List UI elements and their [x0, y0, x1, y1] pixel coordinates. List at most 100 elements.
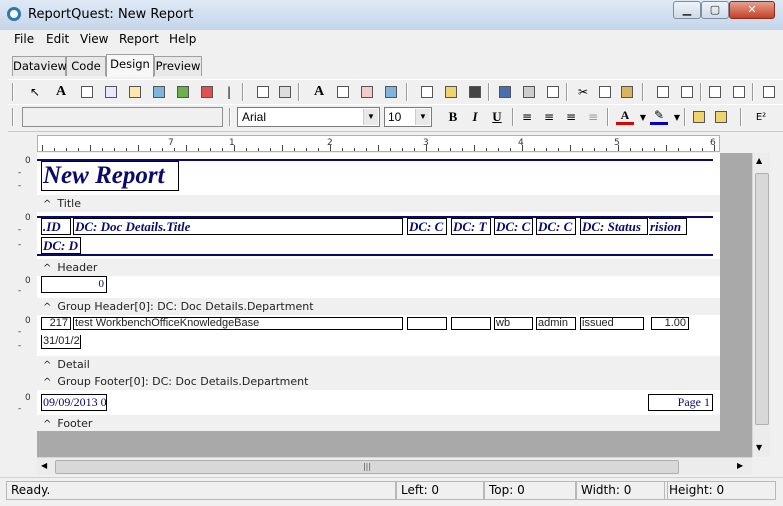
- align-left-icon[interactable]: ≡: [518, 108, 536, 126]
- footer-date-field[interactable]: 09/09/2013 0: [41, 394, 107, 411]
- save-icon[interactable]: [466, 83, 484, 101]
- highlight-color-icon[interactable]: ✎: [650, 108, 668, 125]
- grid-icon[interactable]: [276, 83, 294, 101]
- detail-field[interactable]: 217: [41, 317, 71, 330]
- ruler-tick: [486, 148, 487, 151]
- detail-field[interactable]: issued: [580, 317, 644, 330]
- close-button[interactable]: ✕: [729, 1, 775, 19]
- object-selector[interactable]: [22, 107, 223, 127]
- bring-to-front-icon[interactable]: [690, 108, 708, 126]
- window-title: ReportQuest: New Report: [28, 7, 194, 22]
- band-separator-footer[interactable]: ^ Footer: [37, 415, 720, 432]
- memo-tool-icon[interactable]: [78, 83, 96, 101]
- detail-field[interactable]: admin: [536, 317, 576, 330]
- header-field[interactable]: DC: C: [536, 218, 576, 235]
- paste-icon[interactable]: [618, 83, 636, 101]
- header-field[interactable]: .ID: [41, 218, 71, 235]
- vertical-scroll-thumb[interactable]: [755, 173, 769, 425]
- menu-report[interactable]: Report: [119, 32, 159, 46]
- band-separator-detail[interactable]: ^ Detail: [37, 356, 720, 373]
- underline-icon[interactable]: U: [488, 108, 506, 126]
- calculator-icon[interactable]: [150, 83, 168, 101]
- band-separator-title[interactable]: ^ Title: [37, 195, 720, 212]
- detail-field[interactable]: [451, 317, 491, 330]
- new-file-icon[interactable]: [418, 83, 436, 101]
- chevron-down-icon[interactable]: ▼: [756, 443, 762, 452]
- detail-field[interactable]: 1.00: [651, 317, 689, 330]
- print-icon[interactable]: [520, 83, 538, 101]
- italic-icon[interactable]: I: [466, 108, 484, 126]
- calc-tool-icon[interactable]: [126, 83, 144, 101]
- open-folder-icon[interactable]: [442, 83, 460, 101]
- book-icon[interactable]: [496, 83, 514, 101]
- align-right-icon[interactable]: ≡: [562, 108, 580, 126]
- chevron-left-icon[interactable]: ◀: [41, 461, 47, 470]
- maximize-button[interactable]: ▢: [701, 1, 729, 19]
- justify-icon[interactable]: ≡: [584, 108, 602, 126]
- tab-dataview[interactable]: Dataview: [12, 56, 67, 76]
- font-name-select[interactable]: Arial ▼: [237, 107, 380, 127]
- chevron-up-icon[interactable]: ▲: [756, 156, 762, 165]
- align-top-icon[interactable]: [654, 83, 672, 101]
- print-preview-icon[interactable]: [544, 83, 562, 101]
- paste-format-icon[interactable]: [358, 83, 376, 101]
- band-marker: 0: [25, 316, 31, 326]
- chevron-right-icon[interactable]: ▶: [737, 461, 743, 470]
- detail-field[interactable]: wb: [494, 317, 533, 330]
- list-icon[interactable]: [254, 83, 272, 101]
- menu-help[interactable]: Help: [169, 32, 196, 46]
- text-style-icon[interactable]: A: [310, 83, 328, 101]
- send-to-back-icon[interactable]: [712, 108, 730, 126]
- detail-field[interactable]: test WorkbenchOfficeKnowledgeBase: [73, 317, 403, 330]
- minimize-button[interactable]: ▁: [673, 1, 701, 19]
- copy-format-icon[interactable]: [334, 83, 352, 101]
- font-color-icon[interactable]: A: [616, 108, 634, 125]
- band-separator-group-header[interactable]: ^ Group Header[0]: DC: Doc Details.Depart…: [37, 298, 720, 315]
- image-tool-icon[interactable]: [174, 83, 192, 101]
- menu-file[interactable]: File: [14, 32, 34, 46]
- tab-code[interactable]: Code: [66, 56, 106, 76]
- line-tool-icon[interactable]: |: [220, 83, 238, 101]
- field-tool-icon[interactable]: [102, 83, 120, 101]
- header-field[interactable]: DC: T: [451, 218, 491, 235]
- label-tool-icon[interactable]: A: [52, 83, 70, 101]
- font-size-select[interactable]: 10 ▼: [384, 107, 432, 127]
- pointer-icon[interactable]: ↖: [26, 83, 44, 101]
- toolbar-separator: [406, 83, 408, 101]
- superscript-icon[interactable]: E²: [752, 108, 770, 126]
- vertical-scrollbar[interactable]: ▲ ▼: [752, 153, 770, 457]
- group-header-field[interactable]: 0: [41, 276, 107, 293]
- header-field[interactable]: DC: Status: [580, 218, 648, 235]
- database-icon[interactable]: [382, 83, 400, 101]
- distribute-icon[interactable]: [760, 83, 778, 101]
- space-vertical-icon[interactable]: [730, 83, 748, 101]
- horizontal-scroll-thumb[interactable]: |||: [55, 460, 679, 474]
- header-field[interactable]: DC: C: [407, 218, 447, 235]
- tab-preview[interactable]: Preview: [154, 56, 202, 76]
- footer-page-field[interactable]: Page 1: [648, 394, 713, 411]
- menu-edit[interactable]: Edit: [46, 32, 69, 46]
- align-bottom-icon[interactable]: [678, 83, 696, 101]
- header-field[interactable]: DC: C: [494, 218, 533, 235]
- tab-design[interactable]: Design: [106, 54, 154, 77]
- chevron-down-icon[interactable]: ▼: [363, 109, 378, 125]
- header-field[interactable]: DC: Doc Details.Title: [73, 218, 403, 235]
- chevron-down-icon[interactable]: ▼: [415, 109, 430, 125]
- copy-icon[interactable]: [596, 83, 614, 101]
- cut-icon[interactable]: ✂: [574, 83, 592, 101]
- report-title-field[interactable]: New Report: [41, 161, 179, 191]
- space-horizontal-icon[interactable]: [706, 83, 724, 101]
- detail-field[interactable]: 31/01/20: [41, 335, 81, 349]
- bold-icon[interactable]: B: [444, 108, 462, 126]
- detail-field[interactable]: [407, 317, 447, 330]
- shape-tool-icon[interactable]: [198, 83, 216, 101]
- band-separator-header[interactable]: ^ Header: [37, 259, 720, 276]
- report-design-surface[interactable]: New Report ^ Title .ID DC: Doc Details.Ti…: [37, 153, 720, 432]
- header-field[interactable]: DC: D: [41, 237, 81, 254]
- band-separator-group-footer[interactable]: ^ Group Footer[0]: DC: Doc Details.Depart…: [37, 373, 720, 390]
- align-center-icon[interactable]: ≡: [540, 108, 558, 126]
- menu-view[interactable]: View: [80, 32, 108, 46]
- horizontal-scrollbar[interactable]: ◀ ||| ▶: [37, 457, 752, 475]
- header-field[interactable]: rision: [649, 218, 687, 235]
- canvas-background: [37, 431, 720, 457]
